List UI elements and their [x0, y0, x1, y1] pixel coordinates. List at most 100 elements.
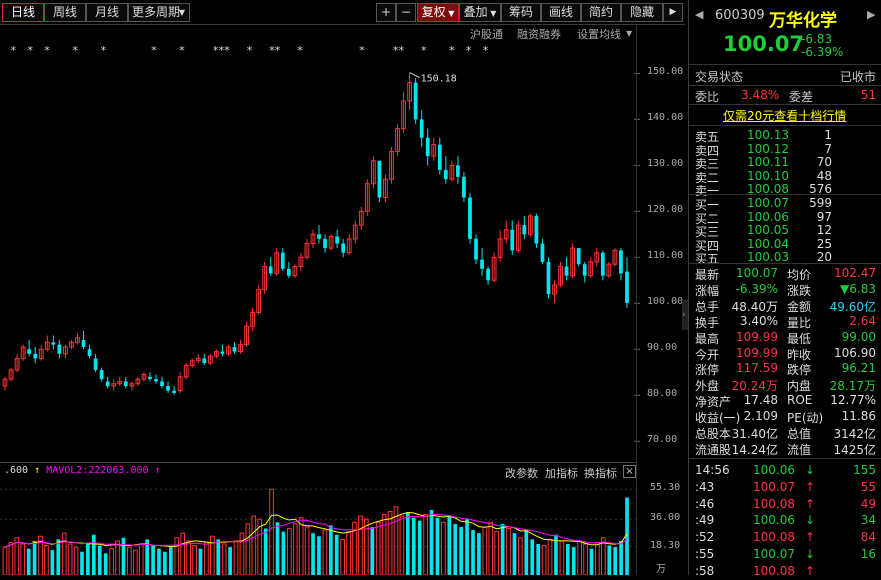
simple-button[interactable]: 简约: [581, 3, 621, 22]
cell: 100.08: [753, 563, 795, 578]
volume-bar: [417, 520, 422, 575]
y-tick-label: 100.00: [647, 296, 684, 308]
stat-row[interactable]: 总股本 31.40亿 总值 3142亿: [689, 425, 881, 441]
tick-row[interactable]: :58 100.08 ↑: [689, 564, 881, 580]
volume-bar: [50, 550, 55, 575]
cell: 金额: [787, 299, 812, 314]
chips-button[interactable]: 筹码: [501, 3, 541, 22]
volume-bar: [73, 546, 79, 575]
cell: :58: [695, 563, 715, 578]
more-periods-dropdown[interactable]: 更多周期 ▼: [128, 3, 190, 22]
volume-bar: [399, 515, 405, 575]
volume-chart: [0, 488, 636, 575]
volume-bar: [317, 536, 321, 575]
volume-bar: [541, 545, 547, 575]
candle-body: [105, 381, 110, 387]
tick-row[interactable]: :55 100.07 ↓ 16: [689, 547, 881, 563]
overlay-dropdown[interactable]: 叠加 ▼: [459, 3, 501, 22]
tick-row[interactable]: :52 100.08 ↑ 84: [689, 530, 881, 546]
change-indicator-button[interactable]: 换指标: [584, 465, 617, 481]
panel-divider: [0, 462, 636, 463]
stat-row[interactable]: 涨停 117.59 跌停 96.21: [689, 361, 881, 377]
cell: 涨停: [695, 363, 720, 378]
zoom-in-button[interactable]: +: [376, 3, 396, 22]
cell: 100.13: [747, 128, 789, 142]
volume-bar: [571, 547, 576, 575]
cell: 100.10: [747, 168, 789, 183]
stat-row[interactable]: 今开 109.99 昨收 106.90: [689, 346, 881, 362]
stat-row[interactable]: 流通股 14.24亿 流值 1425亿: [689, 441, 881, 457]
volume-bar: [8, 541, 14, 575]
stat-row[interactable]: 换手 3.40% 量比 2.64: [689, 314, 881, 330]
tick-row[interactable]: :49 100.06 ↓ 34: [689, 513, 881, 529]
volume-bar: [370, 526, 375, 575]
stat-row[interactable]: 外盘 20.24万 内盘 28.17万: [689, 377, 881, 393]
quote-header: ◀ 600309 万华化学 ▶: [689, 8, 881, 31]
cell: ↑: [805, 496, 816, 511]
volume-bar: [138, 543, 144, 575]
level2-promo-link[interactable]: 仅需20元查看十档行情: [723, 107, 846, 124]
candle-body: [33, 353, 38, 359]
cell: 涨幅: [695, 283, 720, 298]
volume-bar: [583, 543, 588, 575]
volume-bar: [292, 523, 298, 575]
candle-body: [81, 340, 86, 347]
hk-connect-link[interactable]: 沪股通: [470, 26, 503, 42]
stat-row[interactable]: 最新 100.07 均价 102.47: [689, 266, 881, 282]
y-tick-label: 130.00: [647, 158, 684, 170]
volume-bar: [405, 513, 410, 575]
prev-stock-icon[interactable]: ◀: [695, 8, 703, 21]
candle-body: [425, 137, 430, 157]
tick-row[interactable]: 14:56 100.06 ↓ 155: [689, 463, 881, 479]
close-icon[interactable]: ×: [623, 465, 636, 478]
volume-bar: [163, 551, 167, 575]
params-button[interactable]: 改参数: [505, 465, 538, 481]
stat-row[interactable]: 收益(一) 2.109 PE(动) 11.86: [689, 409, 881, 425]
cell: ↑: [805, 530, 816, 545]
volume-bar: [346, 531, 351, 575]
period-day-button[interactable]: 日线: [2, 3, 44, 22]
volume-bar: [381, 514, 387, 575]
margin-trading-link[interactable]: 融资融券: [517, 26, 561, 42]
cell: 总股本: [695, 427, 732, 441]
cell: ↓: [805, 463, 816, 477]
stat-row[interactable]: 总手 48.40万 金额 49.60亿: [689, 298, 881, 314]
collapse-arrows-icon[interactable]: ▶: [663, 3, 683, 22]
volume-bar: [157, 548, 161, 575]
candlestick-chart[interactable]: 150.18: [0, 55, 640, 455]
add-indicator-button[interactable]: 加指标: [545, 465, 578, 481]
tick-row[interactable]: :46 100.08 ↑ 49: [689, 497, 881, 513]
tick-row[interactable]: :43 100.07 ↑ 55: [689, 480, 881, 496]
candle-body: [540, 243, 545, 262]
candle-body: [468, 197, 472, 239]
cell: 流通股: [695, 442, 732, 457]
ma-settings-link[interactable]: 设置均线: [577, 26, 621, 42]
cell: 599: [809, 196, 832, 210]
cell: 外盘: [695, 379, 720, 394]
volume-bar: [494, 531, 500, 575]
promo-row: 仅需20元查看十档行情: [689, 107, 881, 125]
candle-body: [619, 250, 623, 274]
hide-button[interactable]: 隐藏: [621, 3, 663, 22]
draw-line-button[interactable]: 画线: [541, 3, 581, 22]
chevron-down-icon[interactable]: ▼: [626, 29, 632, 38]
caret-down-icon: ▼: [178, 8, 185, 17]
candle-body: [564, 266, 569, 276]
candle-body: [202, 358, 207, 364]
candle-body: [486, 268, 490, 281]
volume-bar: [477, 533, 481, 575]
candle-body: [99, 369, 104, 380]
volume-bar: [44, 545, 49, 575]
period-month-button[interactable]: 月线: [86, 3, 128, 22]
quote-panel: ◀ 600309 万华化学 ▶ 100.07 -6.83 -6.39% 交易状态…: [688, 0, 881, 578]
next-stock-icon[interactable]: ▶: [867, 8, 875, 21]
volume-bar: [204, 541, 209, 575]
cell: :43: [695, 479, 715, 494]
zoom-out-button[interactable]: −: [396, 3, 416, 22]
period-week-button[interactable]: 周线: [44, 3, 86, 22]
adjust-dropdown[interactable]: 复权 ▼: [417, 3, 459, 22]
stat-row[interactable]: 涨幅 -6.39% 涨跌 ▼6.83: [689, 282, 881, 298]
stat-row[interactable]: 最高 109.99 最低 99.00: [689, 330, 881, 346]
cell: :49: [695, 513, 715, 528]
stat-row[interactable]: 净资产 17.48 ROE 12.77%: [689, 393, 881, 409]
